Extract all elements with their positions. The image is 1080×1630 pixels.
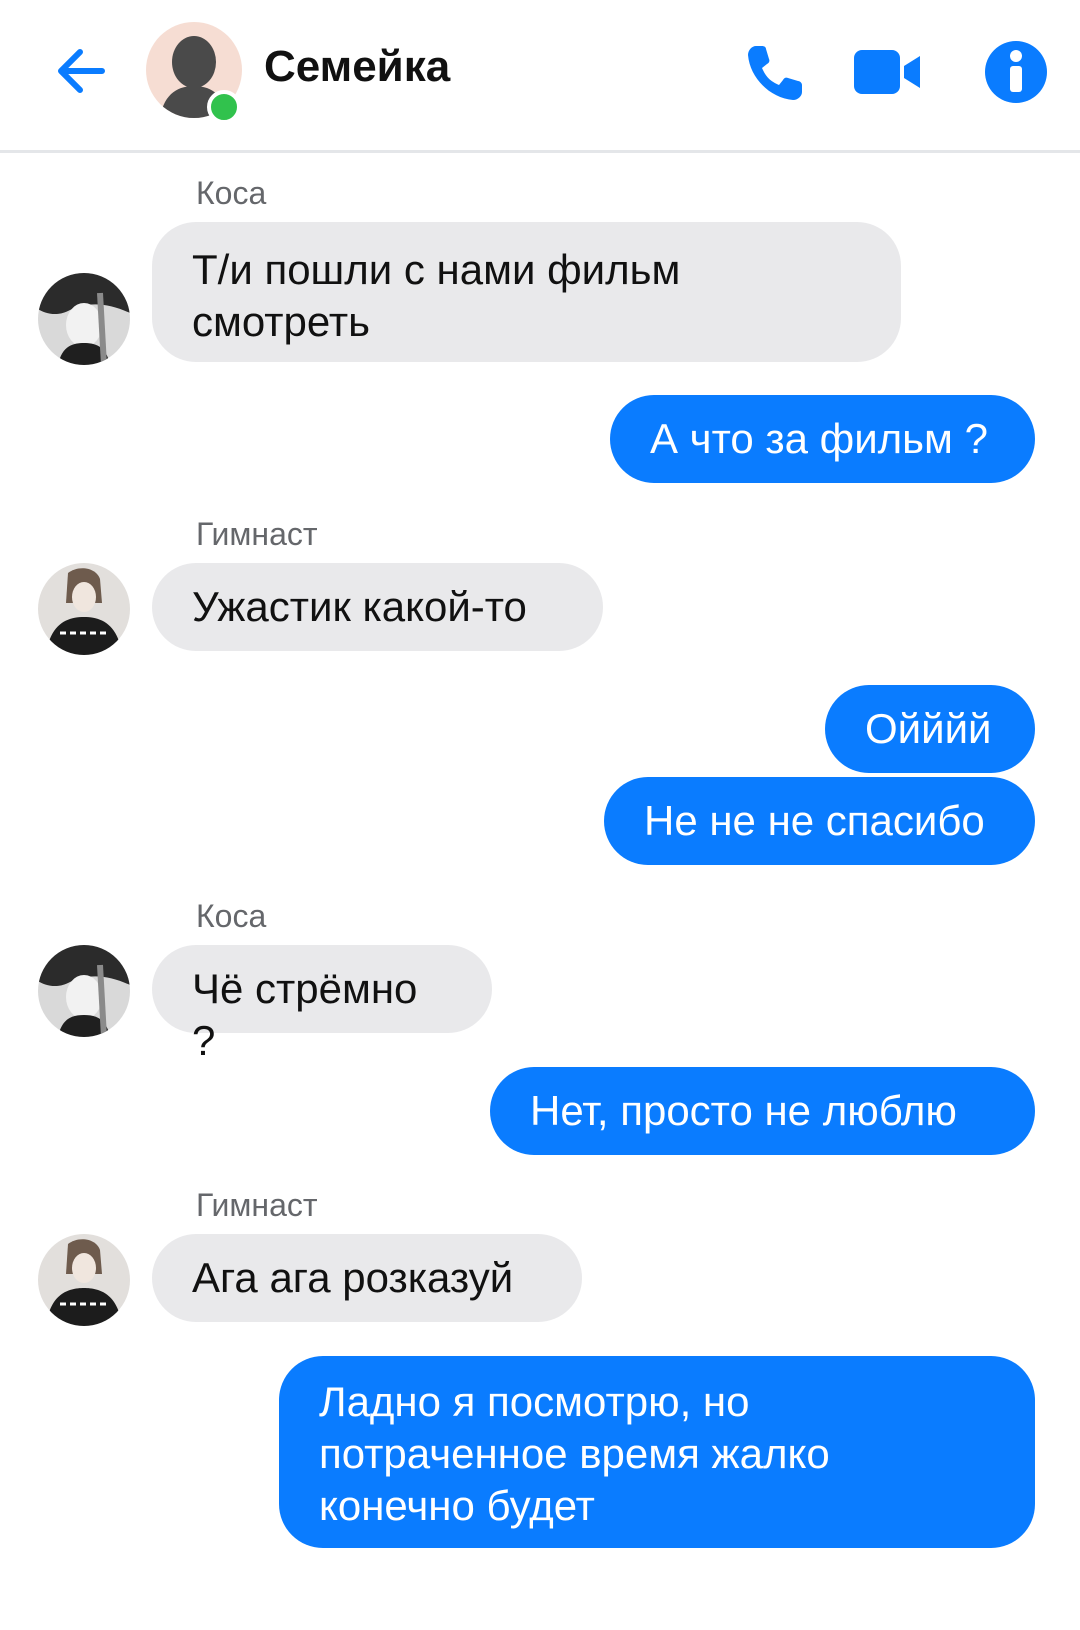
sender-name: Гимнаст xyxy=(196,1187,318,1223)
anime-avatar-icon xyxy=(38,1234,130,1326)
chat-title[interactable]: Семейка xyxy=(264,42,450,92)
message-bubble[interactable]: Чё стрёмно ? xyxy=(152,945,492,1064)
message-bubble[interactable]: Ладно я посмотрю, но потраченное время ж… xyxy=(279,1356,1035,1548)
info-icon[interactable] xyxy=(982,38,1050,106)
sender-name: Коса xyxy=(196,175,267,211)
anime-avatar-icon xyxy=(38,945,130,1037)
avatar-gimnast[interactable] xyxy=(38,563,130,655)
anime-avatar-icon xyxy=(38,563,130,655)
message-bubble[interactable]: Не не не спасибо xyxy=(604,777,1035,865)
message-bubble[interactable]: Ага ага розказуй xyxy=(152,1234,582,1322)
message-bubble[interactable]: Ойййй xyxy=(825,685,1035,773)
message-bubble[interactable]: Ужастик какой-то xyxy=(152,563,603,651)
message-bubble[interactable]: А что за фильм ? xyxy=(610,395,1035,483)
sender-name: Коса xyxy=(196,898,267,934)
avatar-kosa[interactable] xyxy=(38,273,130,365)
arrow-left-icon[interactable] xyxy=(50,40,112,102)
message-bubble[interactable]: Нет, просто не люблю xyxy=(490,1067,1035,1155)
avatar-gimnast[interactable] xyxy=(38,1234,130,1326)
avatar-kosa[interactable] xyxy=(38,945,130,1037)
video-camera-icon[interactable] xyxy=(852,44,924,100)
chat-header: Семейка xyxy=(0,0,1080,153)
message-bubble[interactable]: Т/и пошли с нами фильм смотреть xyxy=(152,222,901,362)
phone-icon[interactable] xyxy=(742,38,810,106)
online-status-badge xyxy=(207,90,241,124)
sender-name: Гимнаст xyxy=(196,516,318,552)
anime-avatar-icon xyxy=(38,273,130,365)
